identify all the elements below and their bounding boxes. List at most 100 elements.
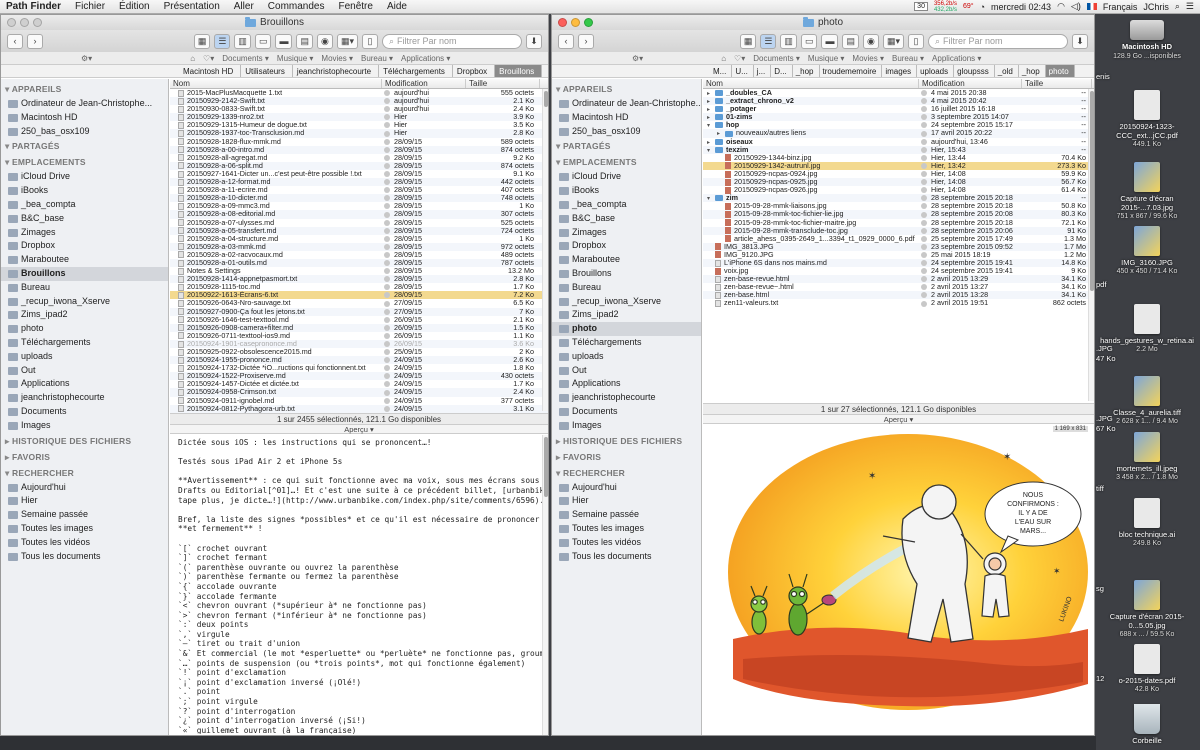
sidebar-item[interactable]: photo [552, 322, 701, 336]
crumb-dropbox[interactable]: Dropbox [453, 65, 496, 77]
volume-icon[interactable]: ◁) [1071, 1, 1081, 12]
column-view-button[interactable]: ▥ [234, 33, 251, 49]
table-row[interactable]: IMG_3813.JPG 23 septembre 2015 09:52 1.7 M… [703, 242, 1094, 251]
table-row[interactable]: zen11-valeurs.txt 2 avril 2015 19:51 862 o… [703, 299, 1094, 307]
table-row[interactable]: 20150927-0900-Ça fout les jetons.txt 27/0… [170, 307, 548, 316]
sidebar-item[interactable]: Téléchargements [552, 336, 701, 350]
sidebar-item[interactable]: Macintosh HD [1, 111, 168, 125]
table-row[interactable]: 20150929-2142-Swift.txt aujourd'hui 2.1 Ko [170, 97, 548, 106]
desktop-hd[interactable]: Macintosh HD 128.9 Go ...isponibles [1098, 20, 1196, 61]
table-row[interactable]: voix.jpg 24 septembre 2015 19:41 9 Ko [703, 267, 1094, 275]
col-modification[interactable]: Modification [919, 79, 1022, 88]
disclosure-triangle-icon[interactable]: ▸ [707, 139, 715, 146]
sidebar-section[interactable]: HISTORIQUE DES FICHIERS [1, 433, 168, 449]
table-row[interactable]: article_ahess_0395-2649_1...3394_t1_0929… [703, 235, 1094, 243]
crumb[interactable]: gloupsss [954, 65, 995, 77]
table-row[interactable]: 20150926-1646-test-texttool.md 26/09/15 2.… [170, 316, 548, 324]
disclosure-triangle-icon[interactable]: ▸ [717, 130, 725, 137]
table-row[interactable]: 20150929-ncpas-0926.jpg Hier, 14:08 61.4 K… [703, 186, 1094, 194]
sidebar-item[interactable]: Documents [552, 405, 701, 419]
col-taille[interactable]: Taille [1022, 79, 1092, 88]
fav-documents[interactable]: Documents ▾ [222, 54, 269, 63]
sidebar-item[interactable]: _recup_iwona_Xserve [1, 295, 168, 309]
back-button[interactable]: ‹ [558, 33, 574, 49]
download-button[interactable]: ⬇ [526, 33, 542, 49]
sidebar-item[interactable]: Toutes les images [1, 522, 168, 536]
sidebar-item[interactable]: Documents [1, 405, 168, 419]
table-row[interactable]: zen-base-revue.html 2 avril 2015 13:29 34.… [703, 275, 1094, 284]
sidebar-item[interactable]: Images [552, 419, 701, 433]
network-monitor[interactable]: 356,2b/s 432,2b/s [934, 1, 957, 13]
preview-scrollbar[interactable] [542, 435, 548, 735]
table-row[interactable]: 20150924-1901-caseprononce.md 26/09/15 3.6… [170, 339, 548, 348]
wifi-icon[interactable]: ◠ [1057, 1, 1065, 12]
table-row[interactable]: ▸ _potager 16 juillet 2015 16:18 -- [703, 105, 1094, 113]
desktop-file[interactable]: mortemets_ill.jpeg 3 458 x 2... / 1.8 Mo [1098, 432, 1196, 482]
sidebar-item[interactable]: Aujourd'hui [1, 481, 168, 495]
desktop-file[interactable]: Capture d'écran 2015-0...5.05.jpg 688 x .… [1098, 580, 1196, 639]
disclosure-triangle-icon[interactable]: ▾ [707, 195, 715, 202]
sidebar-item[interactable]: Semaine passée [552, 508, 701, 522]
sidebar-item[interactable]: Maraboutee [1, 253, 168, 267]
sidebar-section[interactable]: PARTAGÉS [1, 138, 168, 154]
crumb[interactable]: photo [1045, 65, 1075, 77]
titlebar[interactable]: photo [552, 15, 1094, 30]
crumb[interactable]: U... [732, 65, 754, 77]
dual-pane-button[interactable]: ▭ [800, 33, 818, 49]
sidebar-item[interactable]: Hier [1, 494, 168, 508]
sidebar-item[interactable]: 250_bas_osx109 [1, 125, 168, 139]
split-button[interactable]: ▬ [821, 33, 839, 49]
search-field[interactable]: ⌕ Filtrer Par nom [382, 33, 522, 49]
table-row[interactable]: ▸ _doubles_CA 4 mai 2015 20:38 -- [703, 89, 1094, 97]
disclosure-triangle-icon[interactable]: ▸ [707, 90, 715, 97]
table-row[interactable]: ▸ 01-zims 3 septembre 2015 14:07 -- [703, 113, 1094, 122]
gear-icon[interactable]: ⚙▾ [632, 54, 643, 63]
temperature[interactable]: 69° [963, 3, 974, 10]
sidebar-item[interactable]: Out [1, 364, 168, 378]
forward-button[interactable]: › [578, 33, 594, 49]
menu-aller[interactable]: Aller [234, 1, 254, 12]
dual-pane-button[interactable]: ▭ [254, 33, 272, 49]
menu-fenetre[interactable]: Fenêtre [338, 1, 372, 12]
disclosure-triangle-icon[interactable]: ▸ [707, 98, 715, 105]
crumb-user[interactable]: jeanchristophecourte [293, 65, 380, 77]
column-view-button[interactable]: ▥ [780, 33, 797, 49]
table-row[interactable]: 20150924-1522-Proxiserve.md 24/09/15 430 o… [170, 372, 548, 381]
table-row[interactable]: 20150930-0833-Swift.txt aujourd'hui 2.4 Ko [170, 105, 548, 113]
sidebar-item[interactable]: Images [1, 419, 168, 433]
desktop-file[interactable]: o-2015-dates.pdf 42.8 Ko [1098, 644, 1196, 694]
table-row[interactable]: 20150925-0922-obsolescence2015.md 25/09/1… [170, 348, 548, 356]
sidebar-item[interactable]: Téléchargements [1, 336, 168, 350]
sidebar-item[interactable]: Toutes les vidéos [552, 536, 701, 550]
scroll-thumb[interactable] [544, 437, 548, 497]
preview-toggle-button[interactable]: ◉ [862, 33, 879, 49]
table-row[interactable]: ▾ hop 24 septembre 2015 15:17 -- [703, 121, 1094, 129]
sidebar-item[interactable]: Tous les documents [552, 550, 701, 564]
table-row[interactable]: 20150922-1613-Écrans-6.txt 28/09/15 7.2 Ko [170, 291, 548, 300]
sidebar-section[interactable]: EMPLACEMENTS [1, 154, 168, 170]
desktop-trash[interactable]: Corbeille [1098, 704, 1196, 745]
sidebar-item[interactable]: Tous les documents [1, 550, 168, 564]
disclosure-triangle-icon[interactable]: ▾ [707, 122, 715, 129]
sidebar-item[interactable]: Brouillons [552, 267, 701, 281]
fav-movies[interactable]: Movies ▾ [321, 54, 353, 63]
sidebar-item[interactable]: Dropbox [552, 239, 701, 253]
crumb[interactable]: _hop [1019, 65, 1046, 77]
table-row[interactable]: 20150929-ncpas-0924.jpg Hier, 14:08 59.9 K… [703, 170, 1094, 178]
table-row[interactable]: 20150924-1732-Dictée *iO...ructions qui … [170, 364, 548, 372]
scroll-thumb[interactable] [1090, 91, 1094, 291]
table-row[interactable]: 20150928-a-05-transfert.md 28/09/15 724 oc… [170, 226, 548, 235]
info-button[interactable]: ▯ [362, 33, 378, 49]
table-row[interactable]: 20150928-a-01-outils.md 28/09/15 787 octet… [170, 258, 548, 268]
icon-view-button[interactable]: ▦ [193, 33, 211, 49]
sidebar-item[interactable]: Macintosh HD [552, 111, 701, 125]
fav-movies[interactable]: Movies ▾ [852, 54, 884, 63]
zoom-button[interactable] [584, 18, 593, 27]
menu-commandes[interactable]: Commandes [268, 1, 325, 12]
desktop-file[interactable]: 20150924-1323-CCC_ext...jCC.pdf 449.1 Ko [1098, 90, 1196, 149]
desktop-file[interactable]: IMG_3160.JPG 450 x 450 / 71.4 Ko [1098, 226, 1196, 276]
sidebar-item[interactable]: Semaine passée [1, 508, 168, 522]
sidebar-section[interactable]: PARTAGÉS [552, 138, 701, 154]
table-row[interactable]: 20150928-1828-flux-mmk.md 28/09/15 589 oct… [170, 138, 548, 146]
list-view-button[interactable]: ☰ [760, 33, 777, 49]
